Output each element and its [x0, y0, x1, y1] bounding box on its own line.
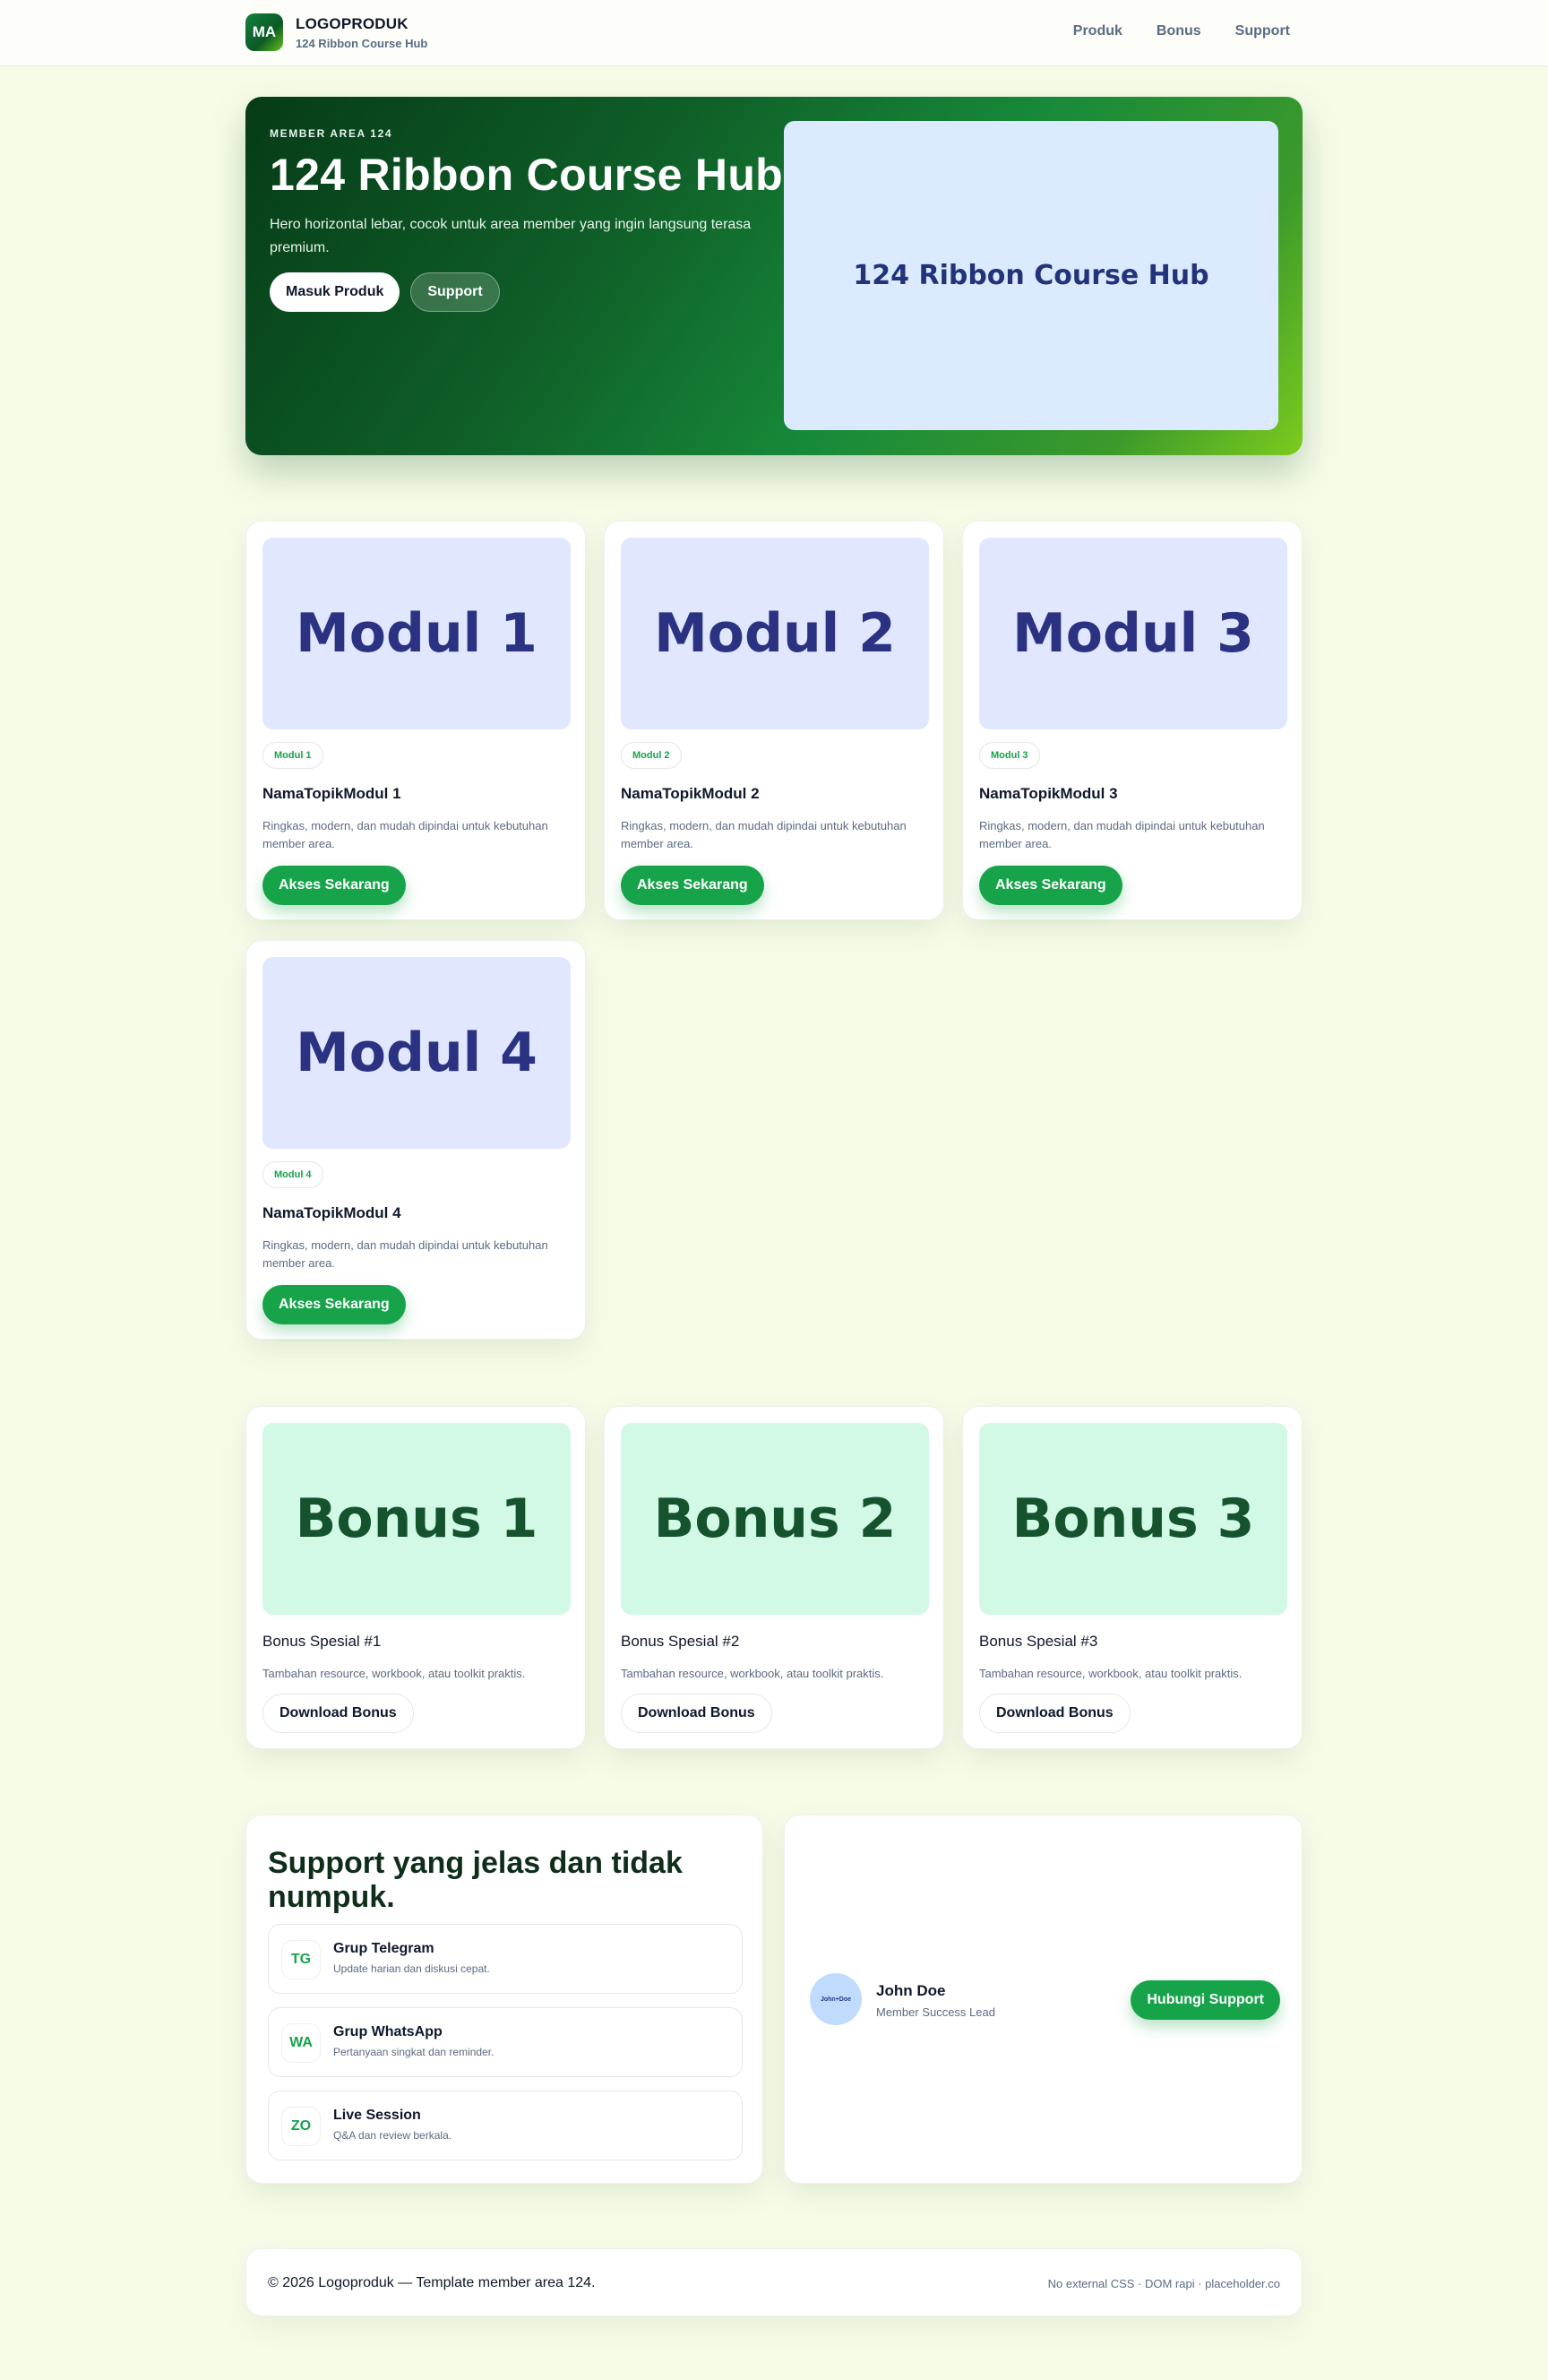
hero-image-placeholder: 124 Ribbon Course Hub — [784, 121, 1278, 430]
bonus-card: Bonus 1 Bonus Spesial #1 Tambahan resour… — [245, 1406, 586, 1749]
bonus-title: Bonus Spesial #1 — [262, 1633, 382, 1650]
module-card: Modul 4 Modul 4 NamaTopikModul 4 Ringkas… — [245, 940, 586, 1340]
bonus-thumbnail: Bonus 3 — [979, 1423, 1287, 1615]
bonus-description: Tambahan resource, workbook, atau toolki… — [262, 1667, 526, 1680]
channel-description: Q&A dan review berkala. — [333, 2129, 452, 2142]
brand-logo: MA — [245, 13, 283, 51]
module-tag: Modul 4 — [262, 1161, 323, 1188]
contact-name: John Doe — [876, 1982, 946, 1999]
module-description: Ringkas, modern, dan mudah dipindai untu… — [262, 1238, 548, 1270]
bonus-card: Bonus 3 Bonus Spesial #3 Tambahan resour… — [962, 1406, 1303, 1749]
contact-card: John+Doe John Doe Member Success Lead Hu… — [784, 1815, 1303, 2184]
module-thumbnail: Modul 3 — [979, 538, 1287, 729]
contact-role: Member Success Lead — [876, 2005, 995, 2019]
masuk-produk-button[interactable]: Masuk Produk — [270, 272, 400, 312]
akses-sekarang-button[interactable]: Akses Sekarang — [262, 1285, 406, 1324]
module-description: Ringkas, modern, dan mudah dipindai untu… — [979, 819, 1265, 850]
bonus-description: Tambahan resource, workbook, atau toolki… — [621, 1667, 884, 1680]
hero-kicker: MEMBER AREA 124 — [270, 127, 393, 140]
download-bonus-button[interactable]: Download Bonus — [621, 1694, 772, 1733]
bonus-description: Tambahan resource, workbook, atau toolki… — [979, 1667, 1243, 1680]
channel-description: Update harian dan diskusi cepat. — [333, 1962, 490, 1975]
module-thumbnail-label: Modul 1 — [296, 602, 538, 665]
hero-description: Hero horizontal lebar, cocok untuk area … — [270, 217, 752, 255]
bonus-thumbnail-label: Bonus 1 — [295, 1488, 538, 1550]
channel-description: Pertanyaan singkat dan reminder. — [333, 2046, 494, 2058]
bonus-thumbnail-label: Bonus 3 — [1011, 1488, 1255, 1550]
hero-image-label: 124 Ribbon Course Hub — [853, 260, 1209, 291]
nav-link-support[interactable]: Support — [1235, 23, 1290, 39]
footer-copyright: © 2026 Logoproduk — Template member area… — [268, 2275, 596, 2290]
bonus-title: Bonus Spesial #2 — [621, 1633, 740, 1650]
nav-link-produk[interactable]: Produk — [1073, 23, 1122, 39]
bonus-title: Bonus Spesial #3 — [979, 1633, 1098, 1650]
footer-meta: No external CSS · DOM rapi · placeholder… — [1047, 2277, 1280, 2290]
brand-name: LOGOPRODUK — [296, 14, 408, 32]
module-title: NamaTopikModul 2 — [621, 785, 760, 802]
module-tag: Modul 1 — [262, 742, 323, 769]
support-title: Support yang jelas dan tidak numpuk. — [268, 1846, 683, 1914]
footer: © 2026 Logoproduk — Template member area… — [245, 2248, 1303, 2316]
top-navbar: MA LOGOPRODUK 124 Ribbon Course Hub Prod… — [0, 0, 1548, 66]
module-thumbnail-label: Modul 2 — [654, 602, 896, 665]
hero-support-button[interactable]: Support — [410, 272, 500, 312]
support-section: Support yang jelas dan tidak numpuk. TG … — [245, 1815, 763, 2184]
avatar: John+Doe — [810, 1973, 862, 2025]
channel-name: Live Session — [333, 2108, 421, 2123]
module-thumbnail: Modul 1 — [262, 538, 571, 729]
module-thumbnail: Modul 4 — [262, 957, 571, 1149]
module-title: NamaTopikModul 1 — [262, 785, 401, 802]
bonus-thumbnail: Bonus 1 — [262, 1423, 571, 1615]
module-description: Ringkas, modern, dan mudah dipindai untu… — [262, 819, 548, 850]
channel-live-session[interactable]: ZO Live Session Q&A dan review berkala. — [268, 2091, 743, 2160]
akses-sekarang-button[interactable]: Akses Sekarang — [979, 866, 1122, 905]
module-thumbnail-label: Modul 4 — [296, 1022, 538, 1084]
download-bonus-button[interactable]: Download Bonus — [979, 1694, 1131, 1733]
module-card: Modul 2 Modul 2 NamaTopikModul 2 Ringkas… — [604, 521, 944, 920]
module-title: NamaTopikModul 4 — [262, 1204, 401, 1221]
module-card: Modul 1 Modul 1 NamaTopikModul 1 Ringkas… — [245, 521, 586, 920]
bonus-card: Bonus 2 Bonus Spesial #2 Tambahan resour… — [604, 1406, 944, 1749]
zoom-icon: ZO — [281, 2107, 321, 2146]
module-card: Modul 3 Modul 3 NamaTopikModul 3 Ringkas… — [962, 521, 1303, 920]
hero-banner: MEMBER AREA 124 124 Ribbon Course Hub He… — [245, 97, 1303, 455]
whatsapp-icon: WA — [281, 2023, 321, 2063]
akses-sekarang-button[interactable]: Akses Sekarang — [621, 866, 764, 905]
channel-name: Grup WhatsApp — [333, 2024, 443, 2039]
module-thumbnail-label: Modul 3 — [1012, 602, 1254, 665]
download-bonus-button[interactable]: Download Bonus — [262, 1694, 414, 1733]
channel-name: Grup Telegram — [333, 1941, 434, 1956]
hero-title: 124 Ribbon Course Hub — [270, 150, 784, 200]
module-tag: Modul 3 — [979, 742, 1040, 769]
hubungi-support-button[interactable]: Hubungi Support — [1131, 1980, 1280, 2020]
module-tag: Modul 2 — [621, 742, 682, 769]
module-description: Ringkas, modern, dan mudah dipindai untu… — [621, 819, 907, 850]
channel-whatsapp[interactable]: WA Grup WhatsApp Pertanyaan singkat dan … — [268, 2007, 743, 2077]
module-title: NamaTopikModul 3 — [979, 785, 1118, 802]
bonus-thumbnail-label: Bonus 2 — [653, 1488, 897, 1550]
channel-telegram[interactable]: TG Grup Telegram Update harian dan disku… — [268, 1924, 743, 1994]
brand-subtitle: 124 Ribbon Course Hub — [296, 36, 428, 50]
akses-sekarang-button[interactable]: Akses Sekarang — [262, 866, 406, 905]
telegram-icon: TG — [281, 1940, 321, 1979]
brand[interactable]: MA LOGOPRODUK 124 Ribbon Course Hub — [245, 13, 427, 51]
main-nav: Produk Bonus Support — [1073, 23, 1290, 39]
module-thumbnail: Modul 2 — [621, 538, 929, 729]
bonus-thumbnail: Bonus 2 — [621, 1423, 929, 1615]
nav-link-bonus[interactable]: Bonus — [1157, 23, 1201, 39]
